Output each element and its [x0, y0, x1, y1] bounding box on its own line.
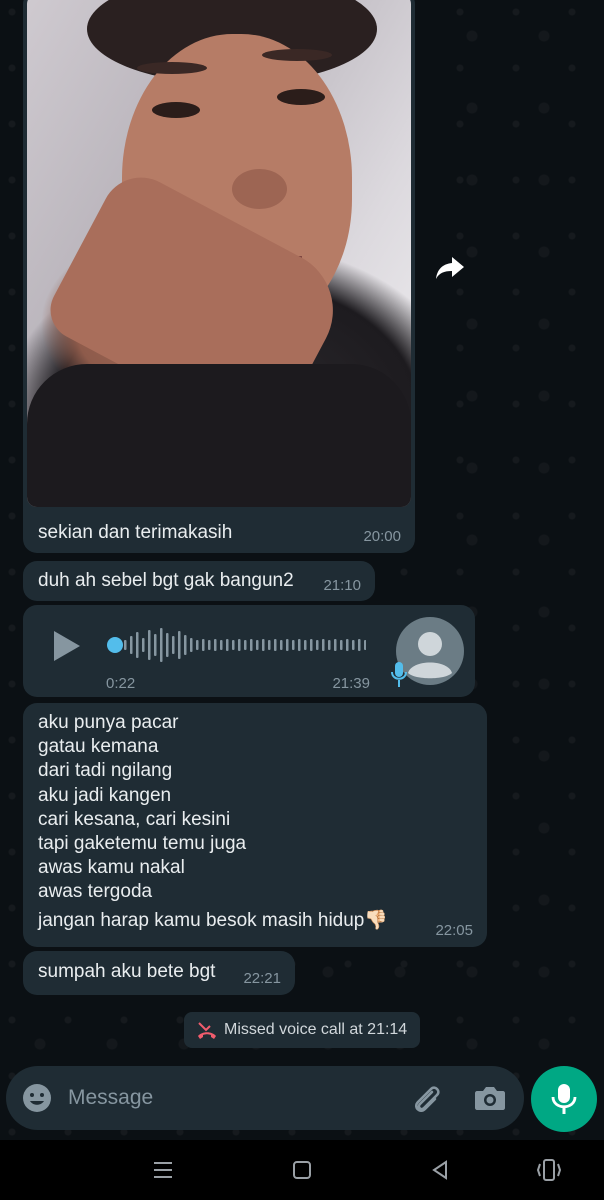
waveform-bar — [196, 640, 199, 650]
forward-button[interactable] — [432, 249, 468, 285]
message-input[interactable]: Message — [68, 1086, 153, 1110]
message-text: sumpah aku bete bgt — [38, 961, 216, 982]
rotate-icon[interactable] — [536, 1158, 562, 1182]
waveform-bar — [256, 640, 259, 650]
voice-sender-avatar — [391, 617, 464, 687]
photo-brow — [137, 62, 207, 74]
mic-icon — [391, 662, 407, 687]
play-icon — [54, 631, 80, 661]
waveform-bar — [178, 631, 181, 659]
poem-line: dari tadi ngilang — [38, 760, 173, 782]
waveform-bar — [322, 639, 325, 651]
photo-eye — [277, 89, 325, 105]
voice-waveform[interactable] — [106, 625, 366, 665]
waveform-bar — [292, 640, 295, 650]
poem-line: awas tergoda — [38, 881, 153, 903]
photo-eye — [152, 102, 200, 118]
poem-text: aku punya pacar gatau kemana dari tadi n… — [38, 711, 388, 933]
poem-line: tapi gaketemu temu juga — [38, 833, 247, 855]
photo-shirt — [27, 364, 411, 507]
attach-button[interactable] — [410, 1083, 444, 1122]
emoji-button[interactable] — [22, 1083, 52, 1118]
message-time: 21:39 — [332, 675, 370, 692]
image-caption: sekian dan terimakasih — [38, 522, 233, 543]
waveform-bar — [190, 638, 193, 652]
waveform-bar — [208, 640, 211, 650]
message-time: 22:05 — [435, 922, 473, 939]
waveform-bar — [166, 633, 169, 657]
waveform-bar — [124, 640, 127, 650]
system-navigation-bar — [0, 1140, 604, 1200]
poem-line: aku jadi kangen — [38, 784, 172, 806]
poem-line: jangan harap kamu besok masih hidup👎🏻 — [38, 909, 389, 931]
waveform-bar — [328, 640, 331, 650]
back-icon[interactable] — [428, 1158, 452, 1182]
mic-icon — [551, 1084, 577, 1114]
waveform-bar — [238, 639, 241, 651]
emoji-icon — [23, 1084, 51, 1112]
waveform-bar — [184, 635, 187, 655]
waveform-bar — [154, 634, 157, 656]
waveform-bar — [334, 639, 337, 651]
forward-icon — [436, 257, 464, 279]
voice-duration: 0:22 — [106, 675, 136, 692]
voice-record-button[interactable] — [531, 1066, 597, 1132]
waveform-bar — [280, 640, 283, 650]
message-bubble[interactable]: aku punya pacar gatau kemana dari tadi n… — [23, 703, 487, 947]
poem-line: cari kesana, cari kesini — [38, 808, 231, 830]
waveform-bar — [268, 640, 271, 650]
waveform-bar — [220, 640, 223, 650]
waveform-bar — [202, 639, 205, 651]
missed-call-text: Missed voice call at 21:14 — [224, 1021, 408, 1038]
photo-selfie[interactable] — [27, 0, 411, 507]
image-message-bubble[interactable]: sekian dan terimakasih 20:00 — [23, 0, 415, 553]
message-time: 20:00 — [363, 528, 401, 545]
waveform-bar — [358, 639, 361, 651]
waveform-bar — [214, 639, 217, 651]
photo-brow — [262, 49, 332, 61]
waveform-bar — [304, 640, 307, 650]
message-bubble[interactable]: sumpah aku bete bgt 22:21 — [23, 951, 295, 995]
waveform-bar — [340, 640, 343, 650]
waveform-bar — [232, 640, 235, 650]
poem-line: gatau kemana — [38, 736, 159, 758]
message-composer: Message — [6, 1066, 524, 1130]
message-bubble[interactable]: duh ah sebel bgt gak bangun2 21:10 — [23, 561, 375, 601]
waveform-bar — [244, 640, 247, 650]
waveform-bar — [274, 639, 277, 651]
waveform-bar — [316, 640, 319, 650]
missed-call-notice[interactable]: Missed voice call at 21:14 — [184, 1012, 420, 1048]
waveform-bar — [142, 638, 145, 652]
waveform-bar — [310, 639, 313, 651]
message-time: 21:10 — [323, 577, 361, 594]
waveform-bar — [286, 639, 289, 651]
waveform-bar — [262, 639, 265, 651]
play-button[interactable] — [52, 629, 82, 668]
waveform-bar — [346, 639, 349, 651]
missed-call-icon — [198, 1022, 216, 1039]
camera-button[interactable] — [474, 1084, 506, 1117]
paperclip-icon — [415, 1086, 440, 1112]
recents-icon[interactable] — [151, 1158, 175, 1182]
poem-line: aku punya pacar — [38, 712, 179, 733]
waveform-bar — [298, 639, 301, 651]
camera-icon — [475, 1087, 505, 1110]
waveform-bar — [226, 639, 229, 651]
waveform-bar — [250, 639, 253, 651]
message-text: duh ah sebel bgt gak bangun2 — [38, 570, 294, 591]
voice-progress-dot — [107, 637, 123, 653]
message-time: 22:21 — [243, 970, 281, 987]
home-icon[interactable] — [290, 1158, 314, 1182]
voice-message-bubble[interactable]: 0:22 21:39 — [23, 605, 475, 697]
waveform-bar — [352, 640, 355, 650]
waveform-bar — [364, 640, 366, 650]
waveform-bar — [130, 636, 133, 654]
poem-line: awas kamu nakal — [38, 857, 185, 879]
photo-nose — [232, 169, 287, 209]
waveform-bar — [160, 628, 163, 662]
waveform-bar — [136, 632, 139, 658]
waveform-bar — [172, 636, 175, 654]
waveform-bar — [148, 630, 151, 660]
